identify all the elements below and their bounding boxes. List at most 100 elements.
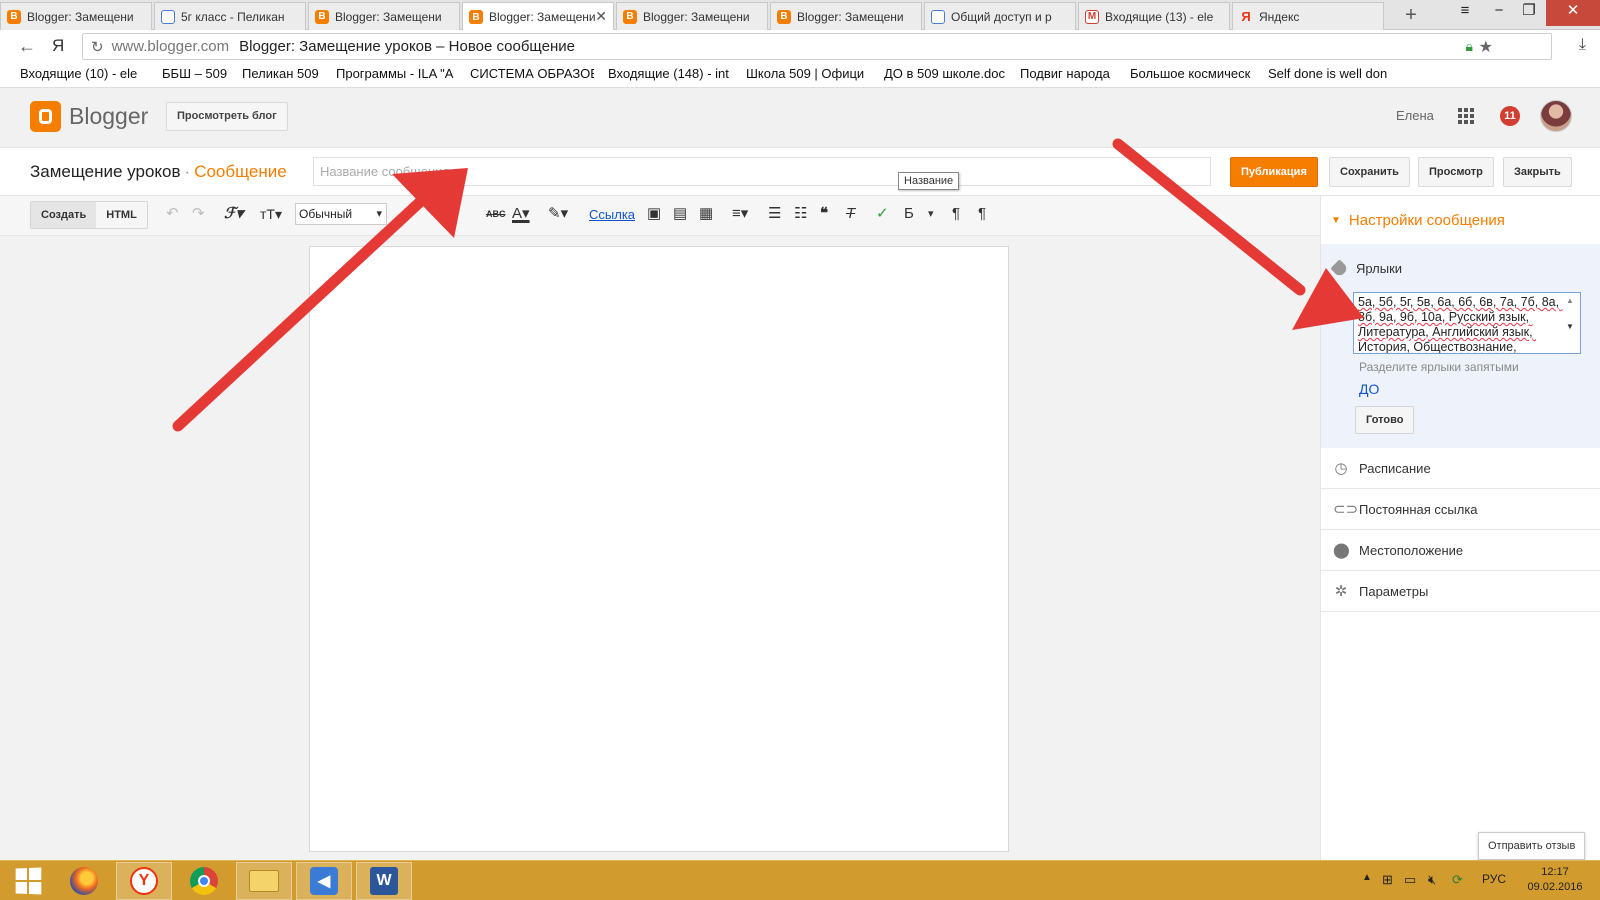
system-clock[interactable]: 12:17 09.02.2016: [1520, 865, 1590, 895]
numbered-list-icon[interactable]: ☰: [768, 205, 781, 223]
rtl-direction-icon[interactable]: ¶: [978, 205, 986, 223]
browser-tab[interactable]: B Blogger: Замещени: [770, 2, 922, 30]
sidebar-item-options[interactable]: ✲ Параметры: [1321, 571, 1600, 612]
tray-update-icon[interactable]: ⟳: [1452, 872, 1463, 888]
blogger-logo-icon[interactable]: [30, 101, 61, 132]
minimize-icon[interactable]: −: [1486, 0, 1512, 26]
compose-mode-button[interactable]: Создать: [31, 202, 97, 228]
bookmark-item[interactable]: СИСТЕМА ОБРАЗОВ: [470, 63, 594, 87]
bookmark-item[interactable]: Большое космическ: [1130, 63, 1254, 87]
taskbar-word[interactable]: W: [356, 862, 412, 900]
notifications-badge[interactable]: 11: [1500, 106, 1520, 126]
insert-video-icon[interactable]: ▤: [673, 205, 687, 223]
bookmark-item[interactable]: Школа 509 | Офици: [746, 63, 870, 87]
labels-textarea[interactable]: 5а, 5б, 5г, 5в, 6а, 6б, 6в, 7а, 7б, 8а, …: [1353, 292, 1581, 354]
url-field[interactable]: ↻ www.blogger.com Blogger: Замещение уро…: [82, 33, 1552, 60]
tab-close-icon[interactable]: ✕: [595, 8, 607, 25]
browser-tab[interactable]: Общий доступ и р: [924, 2, 1076, 30]
insert-image-icon[interactable]: ▣: [647, 205, 661, 223]
view-blog-button[interactable]: Просмотреть блог: [166, 102, 288, 131]
spellcheck-icon[interactable]: ✓: [876, 205, 889, 223]
user-name[interactable]: Елена: [1396, 108, 1434, 123]
sidebar-item-permalink[interactable]: ⊂⊃ Постоянная ссылка: [1321, 489, 1600, 530]
undo-icon[interactable]: ↶: [166, 205, 179, 223]
align-icon[interactable]: ≡▾: [732, 205, 748, 223]
bookmark-item[interactable]: Подвиг народа: [1020, 63, 1116, 87]
avatar[interactable]: [1540, 100, 1572, 132]
bookmark-item[interactable]: ББШ – 509: [162, 63, 228, 87]
restore-icon[interactable]: ❐: [1516, 0, 1542, 26]
publish-button[interactable]: Публикация: [1230, 157, 1318, 187]
save-button[interactable]: Сохранить: [1329, 157, 1410, 187]
send-feedback-button[interactable]: Отправить отзыв: [1478, 832, 1586, 860]
taskbar-yandex-browser[interactable]: Y: [116, 862, 172, 900]
blogger-favicon-icon: B: [315, 9, 329, 24]
sidebar-item-schedule[interactable]: ◷ Расписание: [1321, 448, 1600, 489]
blogger-brand[interactable]: Blogger: [69, 103, 148, 130]
browser-tab[interactable]: B Blogger: Замещени: [616, 2, 768, 30]
tray-windows-icon[interactable]: ⊞: [1382, 872, 1393, 888]
font-size-icon[interactable]: тT▾: [260, 205, 282, 223]
tray-volume-muted-icon[interactable]: 🔇︎: [1428, 872, 1436, 888]
browser-tab[interactable]: B Blogger: Замещени: [308, 2, 460, 30]
breadcrumb-separator: ·: [184, 162, 191, 181]
format-select[interactable]: Обычный: [295, 203, 387, 225]
browser-tab[interactable]: M Входящие (13) - ele: [1078, 2, 1230, 30]
scroll-down-icon[interactable]: ▼: [1566, 322, 1574, 331]
font-family-icon[interactable]: ℱ▾: [224, 205, 243, 223]
window-close-icon[interactable]: ✕: [1546, 0, 1600, 26]
show-hidden-icons[interactable]: ▲: [1362, 872, 1372, 883]
bookmark-item[interactable]: Пеликан 509: [242, 63, 322, 87]
lock-icon[interactable]: 🔒︎: [1466, 38, 1473, 55]
redo-icon[interactable]: ↷: [192, 205, 205, 223]
insert-jump-break-icon[interactable]: ▦: [699, 205, 713, 223]
post-body-editor[interactable]: [309, 246, 1009, 852]
start-button[interactable]: [0, 862, 56, 900]
back-icon[interactable]: ←: [18, 36, 36, 57]
bookmark-item[interactable]: Self done is well don: [1268, 63, 1396, 87]
bookmark-star-icon[interactable]: ★: [1479, 37, 1493, 57]
browser-tab-active[interactable]: B Blogger: Замещени ✕: [462, 2, 614, 31]
bookmark-item[interactable]: Программы - ILA "A: [336, 63, 456, 87]
bulleted-list-icon[interactable]: ☷: [794, 205, 807, 223]
apps-grid-icon[interactable]: [1458, 108, 1474, 124]
taskbar-media[interactable]: ◀: [296, 862, 352, 900]
taskbar-explorer[interactable]: [236, 862, 292, 900]
input-language-button[interactable]: Б: [904, 205, 914, 223]
blog-title[interactable]: Замещение уроков: [30, 162, 181, 181]
bookmark-item[interactable]: Входящие (10) - ele: [20, 63, 148, 87]
yandex-browser-icon[interactable]: Я: [52, 36, 64, 56]
sidebar-item-location[interactable]: ⬤ Местоположение: [1321, 530, 1600, 571]
labels-header[interactable]: Ярлыки: [1330, 259, 1402, 278]
blockquote-icon[interactable]: ❝: [820, 205, 828, 223]
ltr-direction-icon[interactable]: ¶: [952, 205, 960, 223]
post-settings-header[interactable]: ▼ Настройки сообщения: [1331, 212, 1505, 229]
close-button[interactable]: Закрыть: [1503, 157, 1572, 187]
clear-formatting-icon[interactable]: T: [846, 205, 855, 223]
bookmark-item[interactable]: ДО в 509 школе.doc: [884, 63, 1006, 87]
labels-done-button[interactable]: Готово: [1355, 406, 1415, 434]
bookmark-item[interactable]: Входящие (148) - int: [608, 63, 732, 87]
input-language-indicator[interactable]: РУС: [1482, 872, 1506, 886]
language-dropdown-icon[interactable]: ▾: [928, 205, 934, 223]
browser-tab[interactable]: B Blogger: Замещени: [0, 2, 152, 30]
preview-button[interactable]: Просмотр: [1418, 157, 1494, 187]
strikethrough-icon[interactable]: ABC: [486, 205, 506, 223]
menu-icon[interactable]: ≡: [1452, 0, 1478, 26]
taskbar-firefox[interactable]: [56, 862, 112, 900]
html-mode-button[interactable]: HTML: [96, 202, 147, 228]
scroll-up-icon[interactable]: ▲: [1566, 296, 1574, 305]
label-suggestion-link[interactable]: ДО: [1359, 381, 1379, 397]
insert-link-button[interactable]: Ссылка: [589, 207, 635, 222]
browser-tab[interactable]: Я Яндекс: [1232, 2, 1384, 30]
new-tab-button[interactable]: +: [1398, 3, 1424, 29]
download-icon[interactable]: ⤓: [1579, 36, 1586, 54]
browser-tab[interactable]: 5г класс - Пеликан: [154, 2, 306, 30]
text-color-icon[interactable]: A▾: [512, 205, 530, 223]
post-title-input[interactable]: [313, 157, 1211, 186]
reload-icon[interactable]: ↻: [91, 38, 104, 56]
taskbar-chrome[interactable]: [176, 862, 232, 900]
highlight-color-icon[interactable]: ✎▾: [548, 205, 568, 223]
labels-hint: Разделите ярлыки запятыми: [1359, 360, 1519, 374]
tray-network-icon[interactable]: ▭: [1404, 872, 1416, 888]
